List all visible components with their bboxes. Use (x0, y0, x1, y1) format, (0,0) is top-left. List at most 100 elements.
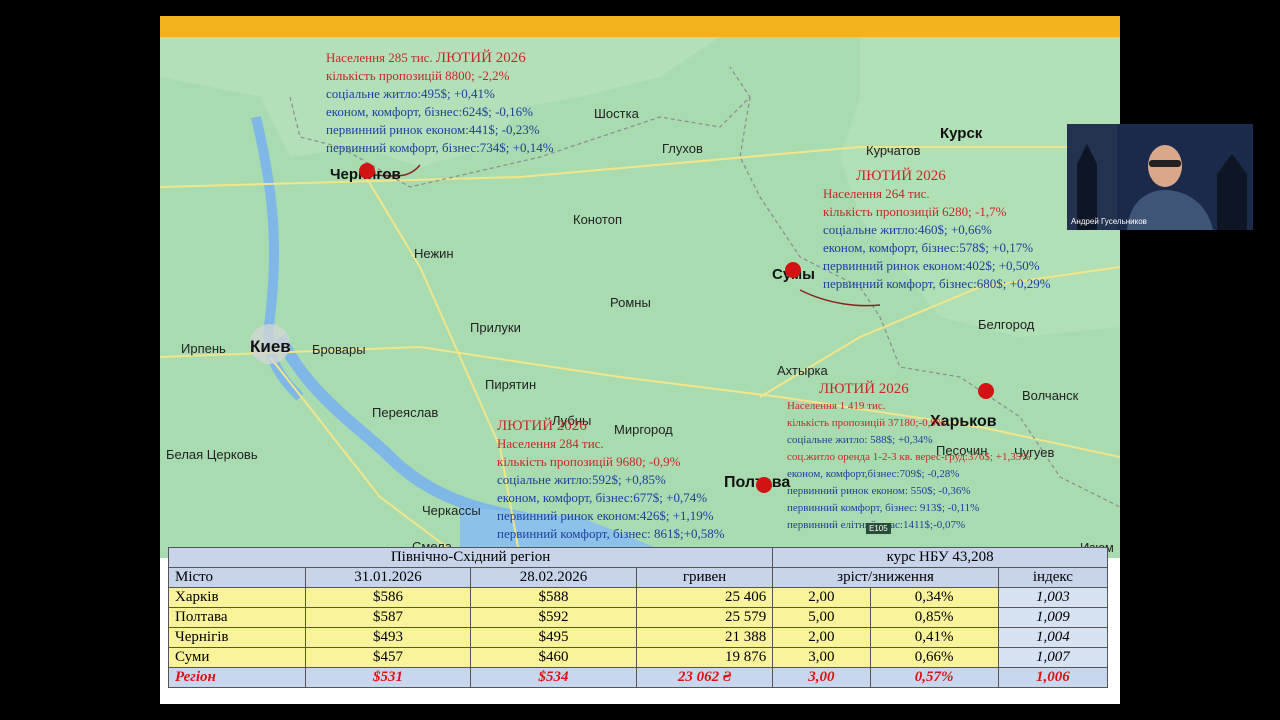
city-label-piryatin: Пирятин (485, 377, 537, 392)
row-jan: $457 (304, 647, 472, 668)
price-table: Північно-Східний регіон курс НБУ 43,208 … (167, 547, 1109, 688)
row-pct: 0,34% (869, 587, 999, 608)
row-idx: 1,004 (997, 627, 1109, 648)
header-jan: 31.01.2026 (304, 567, 472, 588)
row-feb: $588 (470, 587, 637, 608)
chernigiv-primary-comfort: первинний комфорт, бізнес:734$; +0,14% (326, 140, 554, 155)
region-abs: 3,00 (772, 667, 871, 688)
header-change: зріст/зниження (772, 567, 999, 588)
poltava-info-block: ЛЮТИЙ 2026 Населення 284 тис. кількість … (497, 417, 725, 543)
city-label-irpen: Ирпень (181, 341, 226, 356)
row-feb: $495 (470, 627, 637, 648)
map-marker-poltava (756, 477, 772, 493)
poltava-primary-comfort: первинний комфорт, бізнес: 861$;+0,58% (497, 526, 725, 541)
row-city: Суми (168, 647, 306, 668)
city-label-belaya-tserkov: Белая Церковь (166, 447, 258, 462)
poltava-social: соціальне житло:592$; +0,85% (497, 472, 666, 487)
city-label-kiev: Киев (250, 337, 291, 356)
kharkiv-offers: кількість пропозицій 37180;-0,9% (787, 417, 945, 429)
row-idx: 1,007 (997, 647, 1109, 668)
city-label-shostka: Шостка (594, 106, 639, 121)
row-city: Харків (168, 587, 306, 608)
map-marker-sumy (785, 262, 801, 278)
chernigiv-offers: кількість пропозицій 8800; -2,2% (326, 68, 510, 83)
region-feb: $534 (470, 667, 637, 688)
row-jan: $587 (304, 607, 472, 628)
header-index: індекс (997, 567, 1109, 588)
table-region-row: Регіон $531 $534 23 062 ₴ 3,00 0,57% 1,0… (168, 667, 1109, 688)
poltava-population: Населення 284 тис. (497, 436, 604, 451)
row-feb: $592 (470, 607, 637, 628)
sumy-primary-comfort: первинний комфорт, бізнес:680$; +0,29% (823, 276, 1051, 291)
city-label-pereyaslav: Переяслав (372, 405, 439, 420)
city-label-kurchatov: Курчатов (866, 143, 921, 158)
row-abs: 2,00 (772, 587, 871, 608)
chernigiv-econom: економ, комфорт, бізнес:624$; -0,16% (326, 104, 534, 119)
city-label-cherkassy: Черкассы (422, 503, 481, 518)
city-label-akhtyrka: Ахтырка (777, 363, 828, 378)
city-label-konotop: Конотоп (573, 212, 623, 227)
row-city: Чернігів (168, 627, 306, 648)
sumy-primary-econom: первинний ринок економ:402$; +0,50% (823, 258, 1040, 273)
poltava-month: ЛЮТИЙ 2026 (497, 418, 587, 434)
header-city: Місто (168, 567, 306, 588)
table-row: Чернігів $493 $495 21 388 2,00 0,41% 1,0… (168, 627, 1109, 648)
row-uah: 19 876 (635, 647, 774, 668)
city-label-volchansk: Волчанск (1022, 388, 1079, 403)
row-abs: 3,00 (772, 647, 871, 668)
sumy-offers: кількість пропозицій 6280; -1,7% (823, 204, 1007, 219)
poltava-primary-econom: первинний ринок економ:426$; +1,19% (497, 508, 714, 523)
row-idx: 1,009 (997, 607, 1109, 628)
row-uah: 25 579 (635, 607, 774, 628)
chernigiv-social: соціальне житло:495$; +0,41% (326, 86, 495, 101)
poltava-econom: економ, комфорт, бізнес:677$; +0,74% (497, 490, 708, 505)
presenter-name: Андрей Гусельников (1071, 217, 1147, 226)
kharkiv-rent: соц.житло оренда 1-2-3 кв. верес-груд:37… (787, 451, 1031, 463)
sumy-population: Населення 264 тис. (823, 186, 930, 201)
kharkiv-econom: економ, комфорт,бізнес:709$; -0,28% (787, 468, 960, 480)
chernigiv-info-block: Населення 285 тис. ЛЮТИЙ 2026 кількість … (326, 49, 554, 157)
poltava-offers: кількість пропозицій 9680; -0,9% (497, 454, 681, 469)
chernigiv-month: ЛЮТИЙ 2026 (435, 50, 526, 66)
row-jan: $493 (304, 627, 472, 648)
header-feb: 28.02.2026 (470, 567, 637, 588)
row-abs: 5,00 (772, 607, 871, 628)
watermark-badge: E105 (866, 523, 891, 534)
region-jan: $531 (304, 667, 472, 688)
presenter-webcam: Андрей Гусельников (1067, 124, 1253, 230)
sumy-econom: економ, комфорт, бізнес:578$; +0,17% (823, 240, 1034, 255)
row-uah: 25 406 (635, 587, 774, 608)
row-feb: $460 (470, 647, 637, 668)
city-label-priluki: Прилуки (470, 320, 521, 335)
map-marker-chernigiv (359, 163, 375, 179)
row-pct: 0,85% (869, 607, 999, 628)
kharkiv-info-block: ЛЮТИЙ 2026 Населення 1 419 тис. кількіст… (787, 381, 1030, 534)
kharkiv-month: ЛЮТИЙ 2026 (819, 381, 909, 397)
region-title: Північно-Східний регіон (167, 547, 774, 568)
row-pct: 0,41% (869, 627, 999, 648)
kharkiv-social: соціальне житло: 588$; +0,34% (787, 434, 933, 446)
presentation-slide: Чернигов Шостка Курск Курчатов Глухов Ко… (160, 16, 1120, 704)
region-pct: 0,57% (869, 667, 999, 688)
table-title-row: Північно-Східний регіон курс НБУ 43,208 (167, 547, 1108, 568)
kharkiv-elite: первинний елітний клас:1411$;-0,07% (787, 519, 966, 531)
region-map: Чернигов Шостка Курск Курчатов Глухов Ко… (160, 37, 1120, 558)
kharkiv-primary-econom: первинний ринок економ: 550$; -0,36% (787, 485, 971, 497)
city-label-nezhin: Нежин (414, 246, 454, 261)
chernigiv-primary-econom: первинний ринок економ:441$; -0,23% (326, 122, 540, 137)
table-row: Харків $586 $588 25 406 2,00 0,34% 1,003 (168, 587, 1109, 608)
table-row: Полтава $587 $592 25 579 5,00 0,85% 1,00… (168, 607, 1109, 628)
row-idx: 1,003 (997, 587, 1109, 608)
row-uah: 21 388 (635, 627, 774, 648)
row-pct: 0,66% (869, 647, 999, 668)
city-label-kursk: Курск (940, 125, 983, 142)
row-abs: 2,00 (772, 627, 871, 648)
header-uah: гривен (635, 567, 774, 588)
city-label-brovary: Бровары (312, 342, 366, 357)
kharkiv-population: Населення 1 419 тис. (787, 400, 886, 412)
region-uah: 23 062 ₴ (635, 667, 774, 688)
table-row: Суми $457 $460 19 876 3,00 0,66% 1,007 (168, 647, 1109, 668)
chernigiv-population: Населення 285 тис. (326, 50, 433, 65)
sumy-info-block: ЛЮТИЙ 2026 Населення 264 тис. кількість … (823, 167, 1051, 293)
region-idx: 1,006 (997, 667, 1109, 688)
